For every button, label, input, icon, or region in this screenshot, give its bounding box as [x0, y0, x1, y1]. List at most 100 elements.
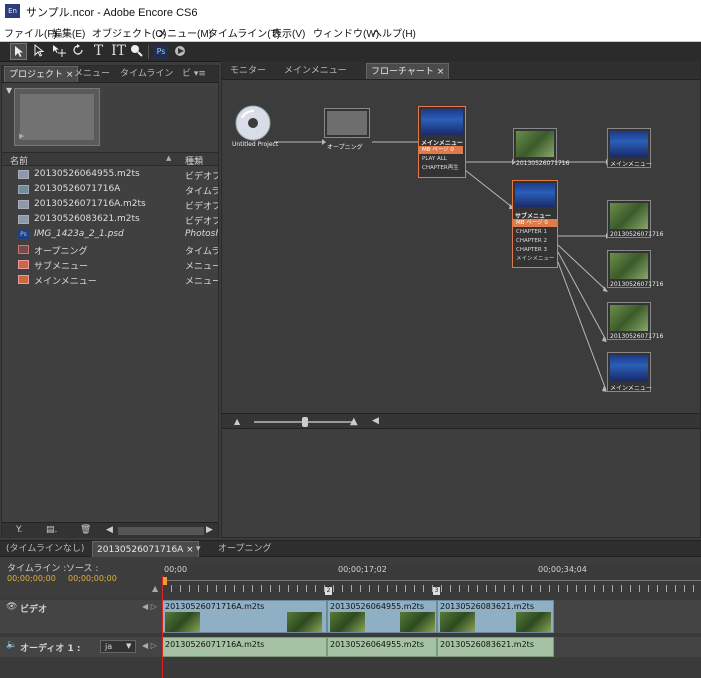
horizontal-scrollbar[interactable] — [118, 527, 204, 535]
project-disc-node[interactable]: Untitled Project — [232, 104, 278, 148]
zoom-in-icon[interactable]: ▲ — [350, 416, 358, 427]
sub-menu-button-chapter-1[interactable]: CHAPTER 1 — [513, 228, 557, 236]
project-preview-thumbnail: ▶ — [14, 88, 100, 146]
right-node-timeline[interactable]: 20130526071716 — [607, 250, 663, 288]
direct-select-tool-icon[interactable] — [30, 43, 47, 60]
track-nav-icon[interactable]: ◀ ▷ — [142, 602, 157, 611]
zoom-tool-icon[interactable] — [128, 43, 145, 60]
chapter-marker[interactable]: 3 — [433, 587, 440, 595]
sub-menu-button-main-menu[interactable]: メインメニュー — [513, 255, 557, 263]
video-clip[interactable]: 20130526064955.m2ts — [327, 600, 437, 633]
new-item-icon[interactable]: ▤. — [46, 525, 57, 535]
sub-menu-node[interactable]: サブメニュー MB ページ 0 CHAPTER 1 CHAPTER 2 CHAP… — [512, 180, 558, 268]
right-node-timeline[interactable]: 20130526071716 — [607, 302, 663, 340]
scroll-left-icon[interactable]: ◀ — [106, 525, 113, 535]
preview-icon[interactable] — [172, 43, 189, 60]
list-item[interactable]: サブメニュー メニュー — [2, 257, 218, 272]
right-node-main-menu[interactable]: メインメニュー — [607, 128, 652, 168]
project-panel-footer: Y. ▤. 🗑 ◀ ▶ — [2, 522, 218, 538]
main-menu-button-chapter[interactable]: CHAPTER再生 — [419, 164, 463, 172]
tab-menu[interactable]: メニュー — [70, 66, 114, 82]
thumb-arrow-icon[interactable]: ▼ — [6, 86, 12, 95]
right-node-thumbnail — [610, 355, 648, 381]
chapter-marker[interactable]: 2 — [325, 587, 332, 595]
tab-no-timeline[interactable]: (タイムラインなし) — [2, 541, 88, 557]
scroll-left-icon[interactable]: ◀ — [372, 416, 379, 426]
list-item[interactable]: 20130526083621.m2tsビデオファ — [2, 212, 218, 227]
list-item[interactable]: オープニングタイムライ — [2, 242, 218, 257]
tab-timeline-20130526071716a[interactable]: 20130526071716A × — [92, 541, 199, 557]
right-node-main-menu[interactable]: メインメニュー — [607, 352, 652, 392]
ruler-tick — [315, 585, 316, 592]
timeline-timecode[interactable]: 00;00;00;00 — [7, 574, 56, 583]
window-title: サンプル.ncor - Adobe Encore CS6 — [26, 7, 198, 19]
sub-menu-button-chapter-3[interactable]: CHAPTER 3 — [513, 246, 557, 254]
scroll-right-icon[interactable]: ▶ — [206, 525, 213, 535]
sub-menu-button-chapter-2[interactable]: CHAPTER 2 — [513, 237, 557, 245]
preview-play-icon[interactable]: ▶ — [19, 132, 24, 140]
opening-timeline-node[interactable]: オープニング — [324, 108, 370, 151]
ruler-tick — [243, 585, 244, 592]
playhead-line[interactable] — [162, 575, 163, 678]
zoom-slider-handle[interactable] — [302, 417, 308, 427]
right-node-timeline[interactable]: 20130526071716 — [607, 200, 663, 238]
menu-file[interactable]: ファイル(F) — [4, 25, 57, 40]
list-item[interactable]: 20130526071716A.m2tsビデオファ — [2, 197, 218, 212]
filter-icon[interactable]: Y. — [16, 525, 23, 535]
timeline-node[interactable]: 20130526071716 — [513, 128, 569, 167]
preview-image — [20, 94, 94, 140]
menu-view[interactable]: 表示(V) — [272, 25, 305, 40]
col-name-header[interactable]: 名前 — [10, 154, 28, 167]
tab-main-menu[interactable]: メインメニュー — [280, 63, 351, 79]
tab-timeline[interactable]: タイムライン — [116, 66, 177, 82]
track-nav-icon[interactable]: ◀ ▷ — [142, 641, 157, 650]
main-menu-button-play-all[interactable]: PLAY ALL — [419, 155, 463, 163]
tab-dropdown-icon[interactable]: ▾ — [192, 541, 205, 557]
video-clip[interactable]: 20130526071716A.m2ts — [162, 600, 327, 633]
sub-menu-page-row[interactable]: MB ページ 0 — [513, 219, 557, 227]
eye-icon[interactable]: 👁 — [6, 602, 17, 612]
main-menu-page-row[interactable]: MB ページ 0 — [419, 146, 463, 154]
tab-flowchart[interactable]: フローチャート × — [366, 63, 450, 79]
zoom-out-icon[interactable]: ▲ — [234, 417, 240, 426]
menu-help[interactable]: ヘルプ(H) — [372, 25, 416, 40]
audio-clip[interactable]: 20130526083621.m2ts — [437, 637, 554, 657]
list-item[interactable]: 20130526064955.m2tsビデオファ — [2, 167, 218, 182]
ruler-tick — [486, 585, 487, 592]
tab-monitor[interactable]: モニター — [226, 63, 270, 79]
main-menu-node[interactable]: メインメニュー MB ページ 0 PLAY ALL CHAPTER再生 — [418, 106, 466, 178]
photoshop-edit-icon[interactable]: Ps — [154, 45, 168, 59]
audio-clip[interactable]: 20130526064955.m2ts — [327, 637, 437, 657]
tab-opening[interactable]: オープニング — [214, 541, 275, 557]
menu-window[interactable]: ウィンドウ(W) — [313, 25, 379, 40]
video-clip[interactable]: 20130526083621.m2ts — [437, 600, 554, 633]
marker-icon[interactable]: ▲ — [152, 584, 158, 593]
text-tool-icon[interactable]: T — [90, 43, 107, 60]
speaker-icon[interactable]: 🔈 — [6, 640, 17, 650]
menu-timeline[interactable]: タイムライン(T) — [208, 25, 280, 40]
list-item[interactable]: Ps IMG_1423a_2_1.psd Photosh — [2, 227, 218, 242]
clip-frame — [165, 612, 200, 632]
list-item[interactable]: メインメニュー メニュー — [2, 272, 218, 287]
sort-ascending-icon[interactable]: ▲ — [166, 154, 171, 162]
tab-project[interactable]: プロジェクト × — [4, 66, 79, 82]
menu-object[interactable]: オブジェクト(O) — [92, 25, 166, 40]
rotate-tool-icon[interactable] — [70, 43, 87, 60]
timeline-ruler[interactable]: 00;00 00;00;17;02 00;00;34;04 2 3 — [162, 565, 701, 599]
menu-menu[interactable]: メニュー(M) — [157, 25, 212, 40]
move-tool-icon[interactable] — [50, 43, 67, 60]
audio-clip[interactable]: 20130526071716A.m2ts — [162, 637, 327, 657]
tab-more[interactable]: ビ ▾≡ — [178, 66, 210, 82]
menu-edit[interactable]: 編集(E) — [52, 25, 85, 40]
col-type-header[interactable]: 種類 — [185, 154, 203, 167]
flowchart-canvas[interactable]: Untitled Project オープニング メインメニュー MB ページ 0… — [222, 80, 700, 413]
selection-tool-icon[interactable] — [10, 43, 27, 60]
audio-language-select[interactable]: ja ▼ — [100, 640, 136, 653]
ruler-tick — [657, 585, 658, 592]
video-file-icon — [18, 200, 29, 209]
vertical-text-tool-icon[interactable]: IT — [110, 43, 127, 60]
list-item[interactable]: 20130526071716Aタイムライ — [2, 182, 218, 197]
trash-icon[interactable]: 🗑 — [80, 525, 91, 535]
timeline-label: タイムライン : — [7, 564, 67, 574]
source-timecode[interactable]: 00;00;00;00 — [68, 574, 117, 583]
